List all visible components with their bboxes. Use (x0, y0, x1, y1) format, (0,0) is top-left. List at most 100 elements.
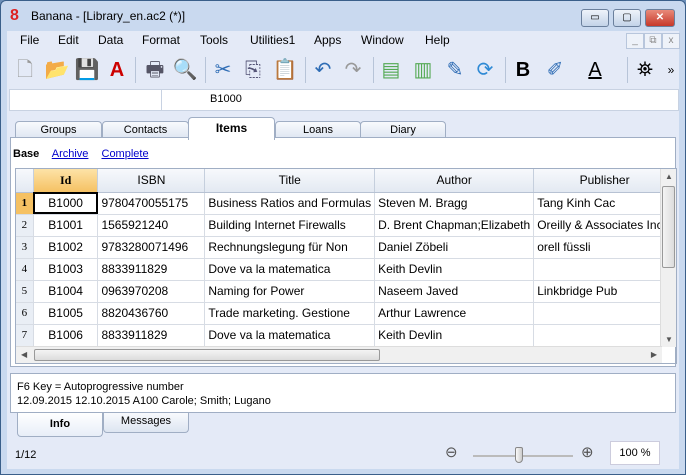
menu-utilities[interactable]: Utilities1 (250, 33, 295, 47)
column-header-title[interactable]: Title (204, 169, 376, 193)
row-number[interactable]: 4 (16, 258, 34, 281)
paste-icon[interactable]: 📋 (271, 56, 299, 84)
cell-publisher[interactable] (533, 302, 676, 325)
cell-title[interactable]: Dove va la matematica (204, 258, 376, 281)
open-folder-icon[interactable]: 📂 (43, 56, 71, 84)
cut-icon[interactable]: ✂ (209, 56, 237, 84)
table-row[interactable]: 6 B1005 8820436760 Trade marketing. Gestion… (16, 302, 676, 325)
cell-author[interactable]: Daniel Zöbeli (374, 236, 535, 259)
vertical-scrollbar[interactable]: ▲ ▼ (660, 169, 676, 347)
cell-author[interactable]: D. Brent Chapman;Elizabeth (374, 214, 535, 237)
zoom-slider[interactable] (473, 455, 573, 457)
cell-isbn[interactable]: 0963970208 (97, 280, 206, 303)
cell-publisher[interactable]: Oreilly & Associates Inc (533, 214, 676, 237)
column-header-author[interactable]: Author (374, 169, 535, 193)
table-row[interactable]: 1 B1000 9780470055175 Business Ratios and F… (16, 192, 676, 215)
cell-id[interactable]: B1004 (33, 280, 99, 303)
row-number[interactable]: 6 (16, 302, 34, 325)
row-number[interactable]: 7 (16, 324, 34, 347)
close-button[interactable]: ✕ (645, 9, 675, 27)
cell-isbn[interactable]: 8833911829 (97, 258, 206, 281)
menu-edit[interactable]: Edit (58, 33, 79, 47)
corner-cell[interactable] (16, 169, 34, 193)
cell-id[interactable]: B1003 (33, 258, 99, 281)
mdi-minimize-button[interactable]: _ (626, 33, 644, 49)
delete-rows-icon[interactable]: ▥ (409, 56, 437, 84)
redo-icon[interactable]: ↷ (339, 56, 367, 84)
cell-id[interactable]: B1006 (33, 324, 99, 347)
zoom-level[interactable]: 100 % (610, 441, 660, 465)
menu-help[interactable]: Help (425, 33, 450, 47)
column-header-isbn[interactable]: ISBN (97, 169, 206, 193)
toolbar-overflow-button[interactable]: » (657, 56, 685, 84)
cell-publisher[interactable]: Linkbridge Pub (533, 280, 676, 303)
zoom-in-icon[interactable]: ⊕ (581, 443, 594, 461)
cell-author[interactable]: Keith Devlin (374, 324, 535, 347)
find-binoculars-icon[interactable]: ⛯ (631, 56, 659, 84)
cell-address-field[interactable] (10, 90, 162, 110)
cell-author[interactable]: Naseem Javed (374, 280, 535, 303)
font-color-button[interactable]: A (581, 56, 609, 84)
insert-rows-icon[interactable]: ▤ (377, 56, 405, 84)
horizontal-scroll-thumb[interactable] (34, 349, 380, 361)
view-complete[interactable]: Complete (102, 148, 149, 160)
tab-info[interactable]: Info (17, 413, 103, 437)
table-row[interactable]: 4 B1003 8833911829 Dove va la matematica Kei… (16, 258, 676, 281)
cell-title[interactable]: Building Internet Firewalls (204, 214, 376, 237)
cell-value-field[interactable]: B1000 (210, 93, 242, 105)
cell-isbn[interactable]: 9780470055175 (97, 192, 206, 215)
cell-id[interactable]: B1000 (33, 192, 99, 215)
cell-isbn[interactable]: 8833911829 (97, 324, 206, 347)
cell-id[interactable]: B1005 (33, 302, 99, 325)
cell-title[interactable]: Business Ratios and Formulas (204, 192, 376, 215)
bold-button[interactable]: B (509, 56, 537, 84)
cell-isbn[interactable]: 8820436760 (97, 302, 206, 325)
cell-author[interactable]: Steven M. Bragg (374, 192, 535, 215)
table-row[interactable]: 2 B1001 1565921240 Building Internet Firewa… (16, 214, 676, 237)
pdf-icon[interactable]: A (103, 56, 131, 84)
cell-author[interactable]: Arthur Lawrence (374, 302, 535, 325)
print-icon[interactable]: 🖶 (141, 56, 169, 84)
vertical-scroll-thumb[interactable] (662, 186, 675, 268)
view-archive[interactable]: Archive (52, 148, 89, 160)
undo-icon[interactable]: ↶ (309, 56, 337, 84)
zoom-slider-handle[interactable] (515, 447, 523, 463)
zoom-out-icon[interactable]: ⊖ (445, 443, 458, 461)
menu-tools[interactable]: Tools (200, 33, 228, 47)
cell-isbn[interactable]: 9783280071496 (97, 236, 206, 259)
column-header-id[interactable]: Id (33, 169, 99, 193)
table-row[interactable]: 3 B1002 9783280071496 Rechnungslegung für N… (16, 236, 676, 259)
row-number[interactable]: 2 (16, 214, 34, 237)
print-preview-icon[interactable]: 🔍 (171, 56, 199, 84)
cell-author[interactable]: Keith Devlin (374, 258, 535, 281)
cell-publisher[interactable] (533, 258, 676, 281)
menu-file[interactable]: File (20, 33, 39, 47)
cell-title[interactable]: Naming for Power (204, 280, 376, 303)
menu-data[interactable]: Data (98, 33, 123, 47)
horizontal-scrollbar[interactable]: ◀ ▶ (16, 346, 662, 363)
new-file-icon[interactable]: 🗋 (11, 56, 39, 84)
row-number[interactable]: 3 (16, 236, 34, 259)
row-number[interactable]: 1 (16, 192, 34, 215)
save-icon[interactable]: 💾 (73, 56, 101, 84)
cell-title[interactable]: Rechnungslegung für Non (204, 236, 376, 259)
highlight-color-icon[interactable]: ✐ (541, 56, 569, 84)
mdi-close-button[interactable]: x (662, 33, 680, 49)
view-base[interactable]: Base (13, 148, 39, 160)
menu-window[interactable]: Window (361, 33, 404, 47)
cell-isbn[interactable]: 1565921240 (97, 214, 206, 237)
cell-id[interactable]: B1002 (33, 236, 99, 259)
cell-title[interactable]: Trade marketing. Gestione (204, 302, 376, 325)
cell-publisher[interactable]: orell füssli (533, 236, 676, 259)
cell-publisher[interactable] (533, 324, 676, 347)
mdi-restore-button[interactable]: ⧉ (644, 33, 662, 49)
column-header-publisher[interactable]: Publisher (533, 169, 676, 193)
tab-messages[interactable]: Messages (103, 413, 189, 433)
edit-pencil-icon[interactable]: ✎ (441, 56, 469, 84)
maximize-button[interactable]: ▢ (613, 9, 641, 27)
cell-title[interactable]: Dove va la matematica (204, 324, 376, 347)
table-row[interactable]: 5 B1004 0963970208 Naming for Power Naseem J… (16, 280, 676, 303)
table-row[interactable]: 7 B1006 8833911829 Dove va la matematica Kei… (16, 324, 676, 347)
cell-id[interactable]: B1001 (33, 214, 99, 237)
copy-icon[interactable]: ⎘ (239, 56, 267, 84)
